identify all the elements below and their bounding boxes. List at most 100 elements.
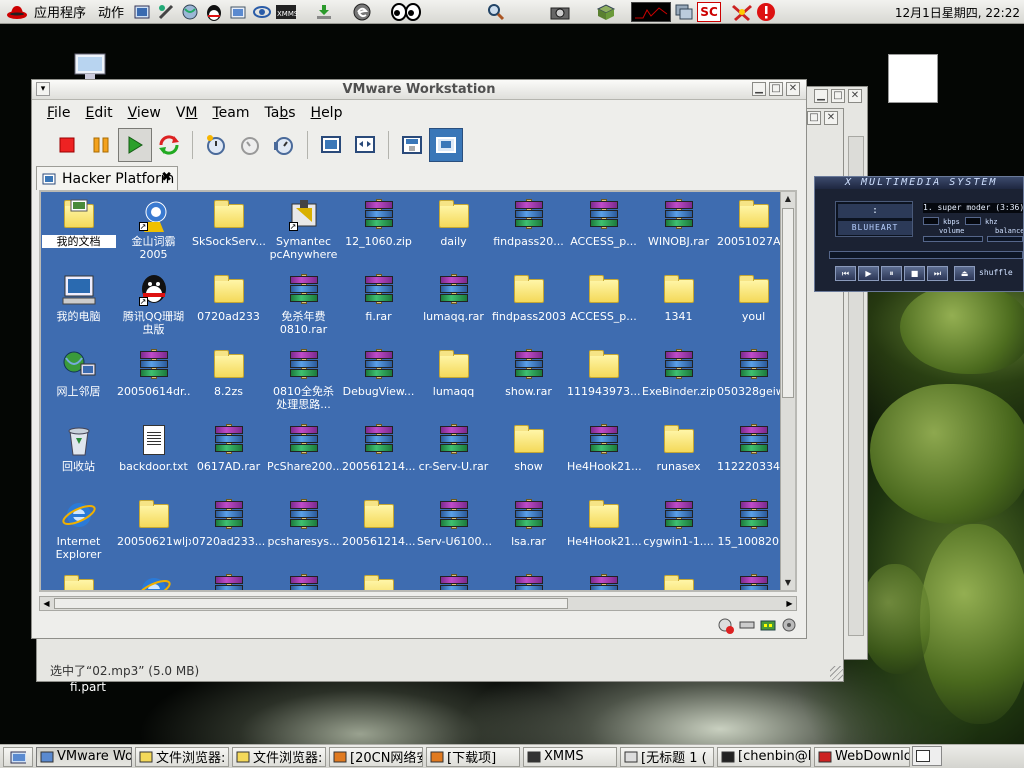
xmms-player[interactable]: X MULTIMEDIA SYSTEM : BLUHEART 1. super … [814,176,1024,292]
scrollbar-thumb[interactable] [782,208,794,398]
clock[interactable]: 12月1日星期四, 22:22 [895,4,1020,21]
desktop-icon-rar[interactable]: pcsharesys... [266,498,341,548]
guest-screen[interactable]: 我的文档 ↗ 金山词霸 2005 SkSockServ... ↗ Symantec pcA… [39,190,797,592]
search-icon[interactable] [485,2,507,22]
desktop-icon-mydocs[interactable]: 我的文档 [42,198,116,248]
desktop-icon-qq[interactable]: ↗ 腾讯QQ珊瑚 虫版 [116,273,191,336]
snapshot-manager-button[interactable] [267,128,301,162]
xmms-seek-bar[interactable] [829,251,1023,259]
desktop-icon-folder[interactable]: 8.2zs [191,348,266,398]
desktop-icon-folder[interactable] [42,573,116,590]
xmms-volume-slider[interactable] [923,236,983,242]
minimize-button[interactable]: ▁ [814,89,828,103]
desktop-icon-folder[interactable]: 20050621wljx [116,498,191,548]
desktop-icon-rar[interactable]: 050328geiw... [716,348,782,398]
camera-icon[interactable] [549,2,571,22]
close-button[interactable]: ✕ [824,111,838,125]
desktop-icon-rar[interactable]: ExeBinder.zip [641,348,716,398]
terminal-icon[interactable] [631,1,672,22]
desktop-icon-rar[interactable] [191,573,266,590]
menu-file[interactable]: File [47,105,70,121]
taskbar-item[interactable]: 文件浏览器: [232,746,326,767]
alert-icon[interactable] [755,2,777,22]
network-adapter-icon[interactable] [759,616,777,634]
desktop-icon-folder[interactable]: daily [416,198,491,248]
xmms-shuffle-toggle[interactable]: shuffle [979,268,1013,277]
desktop-icon-rar[interactable]: fi.rar [341,273,416,323]
menu-vm[interactable]: VM [176,105,198,121]
taskbar-item[interactable]: [20CN网络安 [329,746,423,767]
scroll-up-arrow[interactable]: ▲ [781,192,795,206]
xmms-visualizer[interactable]: BLUHEART [838,221,912,235]
menu-view[interactable]: View [128,105,161,121]
taskbar-item[interactable]: XMMS [523,746,617,767]
revert-snapshot-button[interactable] [233,128,267,162]
summary-view-button[interactable] [395,128,429,162]
eyes-icon[interactable] [389,2,423,22]
desktop-icon-rar[interactable]: 12_1060.zip [341,198,416,248]
reset-button[interactable] [152,128,186,162]
maximize-button[interactable]: □ [807,111,821,125]
xmms-song-title[interactable]: 1. super moder (3:36) [923,203,1023,213]
xmms-balance-slider[interactable] [987,236,1023,242]
menu-help[interactable]: Help [311,105,343,121]
taskbar-item[interactable]: [下载项] [426,746,520,767]
menu-edit[interactable]: Edit [85,105,112,121]
taskbar-item[interactable]: 文件浏览器: [135,746,229,767]
guest-horizontal-scrollbar[interactable]: ◀ ▶ [39,596,797,611]
xmms-icon[interactable]: XMMS [275,2,297,22]
vmware-titlebar[interactable]: ▾ VMware Workstation ▁ □ ✕ [32,80,806,100]
desktop-computer-icon[interactable] [72,52,110,82]
xmms-pause-button[interactable]: ⏸ [881,266,902,281]
taskbar-item[interactable]: [无标题 1 ( [620,746,714,767]
desktop-icon-folder[interactable]: 1341 [641,273,716,323]
desktop-icon-kingsoft[interactable]: ↗ 金山词霸 2005 [116,198,191,261]
suspend-button[interactable] [84,128,118,162]
xmms-play-button[interactable]: ▶ [858,266,879,281]
xmms-title[interactable]: X MULTIMEDIA SYSTEM [815,177,1023,189]
xmms-next-button[interactable]: ⏭ [927,266,948,281]
desktop-icon-rar[interactable]: 0720ad233... [191,498,266,548]
power-on-button[interactable] [118,128,152,162]
desktop-icon-folder[interactable]: He4Hook21... [566,498,641,548]
desktop-icon-rar[interactable]: cr-Serv-U.rar [416,423,491,473]
tab-close-button[interactable]: ✖ [161,170,172,185]
desktop-icon-rar[interactable]: show.rar [491,348,566,398]
xchat-icon[interactable] [731,2,753,22]
workspace-switcher[interactable] [912,746,942,766]
desktop-icon-folder[interactable]: 111943973... [566,348,641,398]
desktop-icon-folder[interactable]: 200561214... [341,498,416,548]
desktop-icon-folder[interactable]: 20051027A... [716,198,782,248]
close-button[interactable]: ✕ [786,82,800,96]
desktop-icon-rar[interactable]: 0810全免杀 处理思路... [266,348,341,411]
globe-icon[interactable] [179,2,201,22]
minimize-button[interactable]: ▁ [752,82,766,96]
desktop-icon-rar[interactable]: 0617AD.rar [191,423,266,473]
desktop-icon-folder[interactable]: youl [716,273,782,323]
desktop-icon-rar[interactable]: Serv-U6100... [416,498,491,548]
desktop-icon-folder[interactable]: lumaqq [416,348,491,398]
applications-menu[interactable]: 应用程序 [28,2,92,21]
scroll-left-arrow[interactable]: ◀ [40,597,53,610]
desktop-icon-recycle[interactable]: 回收站 [42,423,116,473]
full-screen-button[interactable] [314,128,348,162]
desktop-icon-ie[interactable]: Internet Explorer [42,498,116,561]
qq-icon[interactable] [203,2,225,22]
desktop-icon-doc[interactable]: backdoor.txt [116,423,191,473]
download-icon[interactable] [313,2,335,22]
sound-icon[interactable] [780,616,798,634]
desktop-icon-network[interactable]: 网上邻居 [42,348,116,398]
desktop-icon-pcanywhere[interactable]: ↗ Symantec pcAnywhere [266,198,341,261]
email-icon[interactable] [227,2,249,22]
desktop-icon-rar[interactable]: 112220334... [716,423,782,473]
show-desktop-button[interactable] [3,746,33,767]
redhat-logo-icon[interactable] [6,3,28,21]
xmms-previous-button[interactable]: ⏮ [835,266,856,281]
actions-menu[interactable]: 动作 [92,2,130,21]
menu-tabs[interactable]: Tabs [265,105,296,121]
resize-grip[interactable] [830,666,844,680]
desktop-icon-folder[interactable] [641,573,716,590]
pen-icon[interactable] [155,2,177,22]
desktop-icon-rar[interactable]: lsa.rar [491,498,566,548]
guest-desktop[interactable]: 我的文档 ↗ 金山词霸 2005 SkSockServ... ↗ Symantec pcA… [42,193,782,590]
